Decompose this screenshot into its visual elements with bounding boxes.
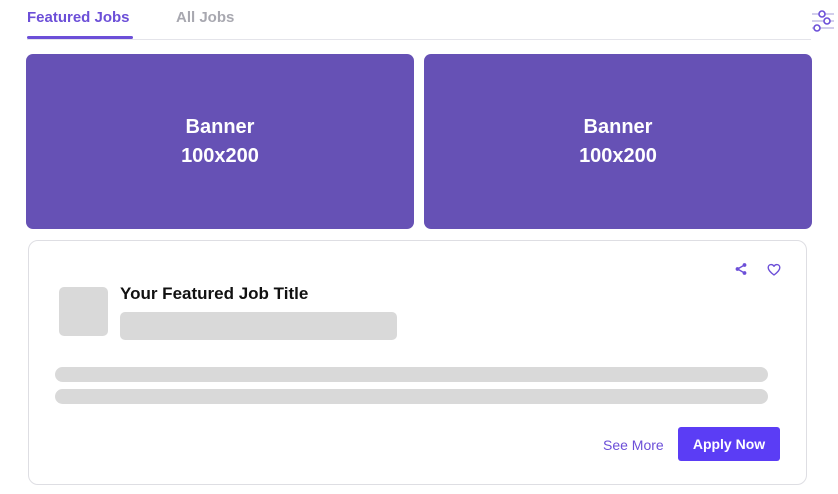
filter-sliders-icon	[812, 10, 834, 32]
description-placeholder-line	[55, 389, 768, 404]
description-placeholder-line	[55, 367, 768, 382]
apply-now-button[interactable]: Apply Now	[678, 427, 780, 461]
company-name-placeholder	[120, 312, 397, 340]
banner-1[interactable]: Banner 100x200	[26, 54, 414, 229]
favorite-button[interactable]	[767, 263, 781, 277]
banner-2[interactable]: Banner 100x200	[424, 54, 812, 229]
tab-all-jobs[interactable]: All Jobs	[176, 9, 234, 26]
active-tab-indicator	[27, 36, 133, 39]
tab-bar: Featured Jobs All Jobs	[27, 0, 834, 40]
banner-size: 100x200	[181, 144, 259, 167]
share-icon	[735, 263, 747, 275]
heart-icon	[767, 263, 781, 276]
job-title: Your Featured Job Title	[120, 284, 309, 303]
share-button[interactable]	[734, 262, 748, 276]
banner-title: Banner	[583, 115, 653, 138]
company-logo-placeholder	[59, 287, 108, 336]
filter-button[interactable]	[810, 9, 836, 35]
tab-featured-jobs[interactable]: Featured Jobs	[27, 9, 130, 26]
see-more-link[interactable]: See More	[603, 437, 664, 453]
featured-job-card: Your Featured Job Title See More Apply N…	[28, 240, 807, 485]
banner-size: 100x200	[579, 144, 657, 167]
banner-title: Banner	[185, 115, 255, 138]
